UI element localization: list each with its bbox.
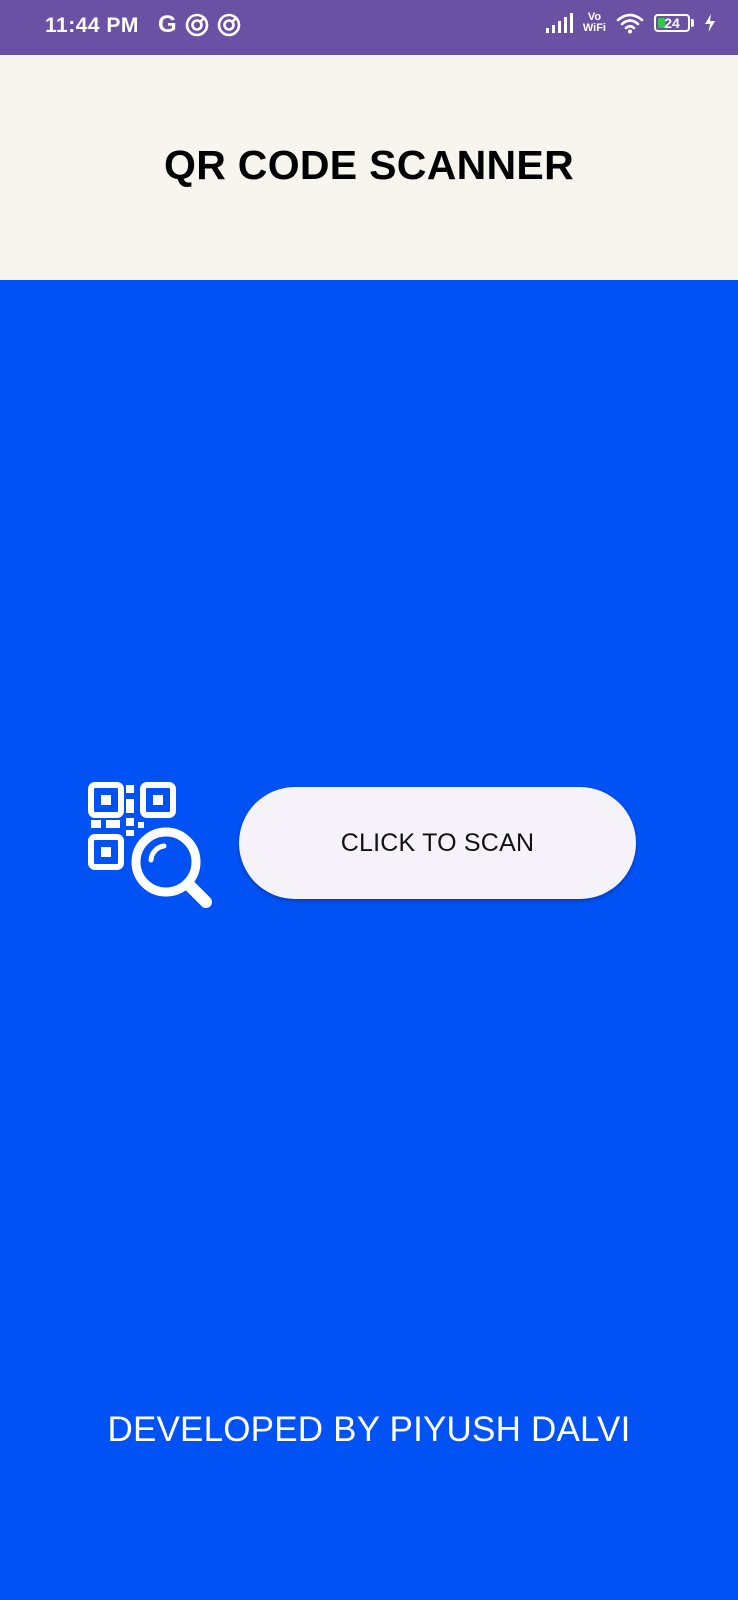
battery-cap <box>691 19 694 27</box>
developer-credit: DEVELOPED BY PIYUSH DALVI <box>107 1410 631 1449</box>
battery-group: 24 <box>654 14 694 32</box>
battery-icon: 24 <box>654 14 690 32</box>
signal-icon <box>545 13 573 33</box>
charging-icon <box>705 14 715 32</box>
app-header: QR CODE SCANNER <box>0 55 738 280</box>
google-icon: G <box>158 11 177 38</box>
status-right-icons: Vo WiFi 24 <box>545 12 716 34</box>
qr-search-icon <box>88 782 212 908</box>
status-left-icons: G <box>158 13 241 37</box>
vowifi-wifi-label: WiFi <box>582 22 606 34</box>
battery-level: 24 <box>664 15 680 31</box>
app-notification-icon <box>217 13 240 37</box>
app-notification-icon <box>185 13 208 37</box>
wifi-icon <box>616 13 644 34</box>
page-title: QR CODE SCANNER <box>164 142 574 188</box>
status-bar: 11:44 PM G Vo WiFi 24 <box>0 0 738 55</box>
scan-button[interactable]: CLICK TO SCAN <box>239 787 636 899</box>
status-time: 11:44 PM <box>45 14 139 37</box>
vowifi-icon: Vo WiFi <box>583 12 606 34</box>
